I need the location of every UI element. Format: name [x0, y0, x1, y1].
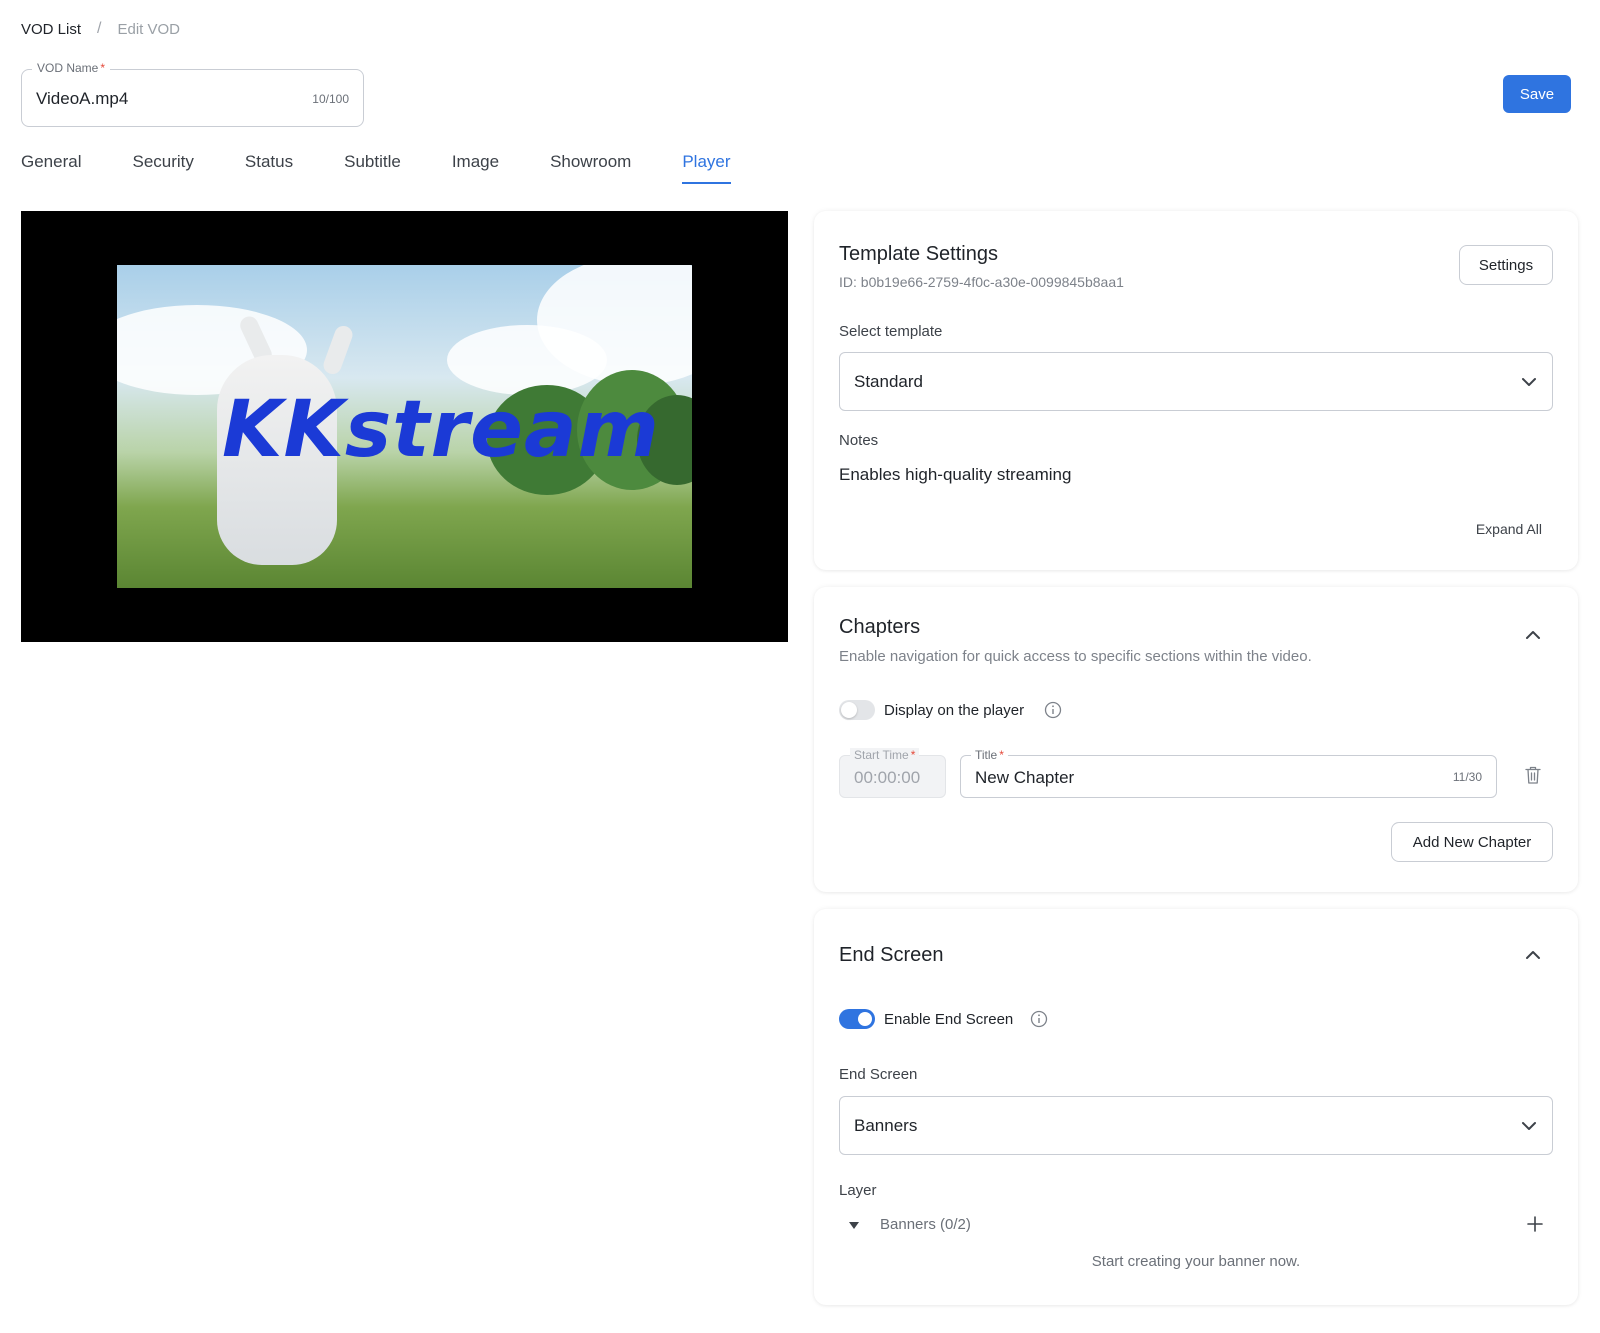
vod-name-char-count: 10/100: [312, 92, 349, 106]
notes-label: Notes: [839, 432, 879, 449]
chevron-down-icon: [1522, 378, 1536, 386]
vod-name-label: VOD Name *: [32, 61, 111, 75]
enable-end-screen-label: Enable End Screen: [884, 1011, 1014, 1028]
add-new-chapter-button[interactable]: Add New Chapter: [1391, 822, 1553, 862]
notes-value: Enables high-quality streaming: [839, 465, 1072, 484]
end-screen-title: End Screen: [839, 944, 944, 966]
start-time-value: 00:00:00: [854, 768, 921, 787]
breadcrumb-vod-list-link[interactable]: VOD List: [21, 21, 81, 38]
vod-name-field[interactable]: VOD Name * VideoA.mp4 10/100: [21, 61, 364, 127]
chevron-up-icon[interactable]: [1524, 949, 1542, 961]
chapter-title-label: Title *: [971, 748, 1008, 762]
vod-name-input[interactable]: VideoA.mp4: [36, 89, 128, 109]
trash-icon[interactable]: [1524, 765, 1542, 785]
caret-down-icon[interactable]: [848, 1220, 860, 1230]
chapters-title: Chapters: [839, 616, 921, 638]
end-screen-select-value: Banners: [854, 1116, 918, 1135]
enable-end-screen-toggle[interactable]: [839, 1009, 875, 1029]
end-screen-card: End Screen Enable End Screen End Screen …: [814, 909, 1578, 1305]
breadcrumb-separator: /: [97, 20, 102, 37]
display-on-player-toggle[interactable]: [839, 700, 875, 720]
end-screen-select-label: End Screen: [839, 1066, 918, 1083]
tab-general[interactable]: General: [21, 152, 81, 184]
breadcrumb-current: Edit VOD: [117, 20, 180, 38]
template-id: ID: b0b19e66-2759-4f0c-a30e-0099845b8aa1: [839, 274, 1124, 290]
chapters-card: Chapters Enable navigation for quick acc…: [814, 587, 1578, 892]
video-preview-frame: KKstream: [117, 265, 692, 588]
empty-banner-message: Start creating your banner now.: [1091, 1253, 1301, 1270]
info-icon[interactable]: [1030, 1010, 1048, 1028]
display-on-player-label: Display on the player: [884, 702, 1025, 719]
template-select-value: Standard: [854, 372, 923, 391]
chevron-up-icon[interactable]: [1524, 629, 1542, 641]
start-time-field: Start Time * 00:00:00: [839, 748, 946, 798]
save-button[interactable]: Save: [1503, 75, 1571, 113]
plus-icon[interactable]: [1526, 1215, 1544, 1233]
tab-image[interactable]: Image: [452, 152, 499, 184]
expand-all-link[interactable]: Expand All: [1476, 521, 1542, 537]
template-settings-title: Template Settings: [839, 243, 998, 265]
kkstream-logo: KKstream: [222, 385, 660, 475]
bunny-ear: [320, 323, 356, 377]
breadcrumb: VOD List / Edit VOD: [21, 20, 180, 38]
select-template-label: Select template: [839, 323, 943, 340]
tab-security[interactable]: Security: [132, 152, 193, 184]
required-mark: *: [100, 61, 106, 75]
video-player[interactable]: KKstream: [21, 211, 788, 642]
tab-subtitle[interactable]: Subtitle: [344, 152, 401, 184]
layer-label: Layer: [839, 1182, 877, 1199]
chapters-description: Enable navigation for quick access to sp…: [839, 648, 1312, 665]
template-select[interactable]: Standard: [839, 352, 1553, 411]
tab-showroom[interactable]: Showroom: [550, 152, 631, 184]
start-time-label: Start Time *: [850, 748, 920, 762]
layer-group-banners[interactable]: Banners (0/2): [880, 1216, 971, 1233]
toggle-knob: [858, 1012, 872, 1026]
tab-bar: General Security Status Subtitle Image S…: [21, 152, 782, 184]
chapter-title-input[interactable]: New Chapter: [975, 768, 1074, 788]
toggle-knob: [841, 702, 857, 718]
chevron-down-icon: [1522, 1122, 1536, 1130]
template-settings-card: Template Settings ID: b0b19e66-2759-4f0c…: [814, 211, 1578, 570]
tab-player[interactable]: Player: [682, 152, 731, 184]
tab-status[interactable]: Status: [245, 152, 293, 184]
settings-button[interactable]: Settings: [1459, 245, 1553, 285]
chapter-title-char-count: 11/30: [1452, 770, 1482, 784]
chapter-title-field[interactable]: Title * New Chapter 11/30: [960, 748, 1497, 798]
end-screen-select[interactable]: Banners: [839, 1096, 1553, 1155]
info-icon[interactable]: [1044, 701, 1062, 719]
